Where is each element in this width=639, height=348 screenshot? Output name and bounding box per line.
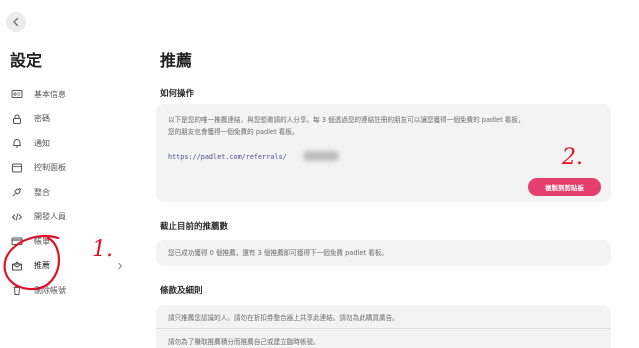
sidebar: 基本信息 密碼 通知 控制面板 整合 開發人員 帳單 推薦 刪除帳號 [0, 82, 128, 303]
how-to-heading: 如何操作 [160, 89, 195, 99]
sidebar-item-label: 整合 [34, 187, 50, 197]
back-button[interactable] [6, 12, 26, 32]
sidebar-item-password[interactable]: 密碼 [0, 107, 128, 132]
terms-card: 請只推薦您認識的人。請勿在折扣券整合器上共享此連結。請勿為此購買廣告。 請勿為了… [156, 305, 611, 348]
id-card-icon [10, 87, 24, 101]
how-to-text-line2: 您的朋友也會獲得一個免費的 padlet 看板。 [168, 128, 299, 136]
card-icon [10, 234, 24, 248]
sidebar-item-integrations[interactable]: 整合 [0, 180, 128, 205]
sidebar-item-billing[interactable]: 帳單 [0, 229, 128, 254]
code-icon [10, 210, 24, 224]
terms-row: 請勿為了賺取推薦積分而推薦自己或建立臨時帳號。 [168, 337, 320, 346]
sidebar-item-label: 刪除帳號 [34, 285, 66, 295]
bell-icon [10, 136, 24, 150]
gift-icon [10, 259, 24, 273]
referral-count-text: 您已成功獲得 0 個推薦，還有 3 個推薦即可獲得下一個免費 padlet 看板… [168, 249, 388, 257]
sidebar-item-developers[interactable]: 開發人員 [0, 205, 128, 230]
copy-to-clipboard-button[interactable]: 複製到剪貼板 [528, 178, 601, 196]
sidebar-item-label: 通知 [34, 138, 50, 148]
plug-icon [10, 185, 24, 199]
sidebar-item-label: 開發人員 [34, 212, 66, 222]
page-title: 推薦 [160, 51, 193, 70]
terms-row: 請只推薦您認識的人。請勿在折扣券整合器上共享此連結。請勿為此購買廣告。 [168, 313, 399, 322]
sidebar-item-notifications[interactable]: 通知 [0, 131, 128, 156]
sidebar-item-dashboard[interactable]: 控制面板 [0, 156, 128, 181]
chevron-right-icon [118, 262, 123, 269]
sidebar-item-label: 帳單 [34, 236, 50, 246]
referral-count-card: 您已成功獲得 0 個推薦，還有 3 個推薦即可獲得下一個免費 padlet 看板… [156, 240, 611, 266]
trash-icon [10, 283, 24, 297]
referral-count-heading: 截止目前的推薦數 [160, 222, 229, 232]
how-to-text-line1: 以下是您的唯一推薦連結，與您想邀請的人分享。每 3 個透過您的連結註冊的朋友可以… [168, 116, 525, 124]
sidebar-item-label: 基本信息 [34, 89, 66, 99]
main-content: 推薦 如何操作 以下是您的唯一推薦連結，與您想邀請的人分享。每 3 個透過您的連… [156, 0, 639, 348]
referral-link[interactable]: https://padlet.com/referrals/ [168, 153, 287, 161]
redacted-link-code [303, 151, 339, 161]
referral-link-card: 以下是您的唯一推薦連結，與您想邀請的人分享。每 3 個透過您的連結註冊的朋友可以… [156, 104, 611, 202]
sidebar-item-label: 控制面板 [34, 163, 66, 173]
sidebar-item-basic-info[interactable]: 基本信息 [0, 82, 128, 107]
sidebar-item-label: 推薦 [34, 261, 50, 271]
lock-icon [10, 112, 24, 126]
sidebar-item-referrals[interactable]: 推薦 [0, 254, 128, 279]
sidebar-item-delete-account[interactable]: 刪除帳號 [0, 278, 128, 303]
chevron-left-icon [13, 17, 19, 27]
sidebar-item-label: 密碼 [34, 114, 50, 124]
terms-heading: 條款及細則 [160, 286, 203, 296]
settings-title: 設定 [10, 51, 43, 70]
dashboard-icon [10, 161, 24, 175]
